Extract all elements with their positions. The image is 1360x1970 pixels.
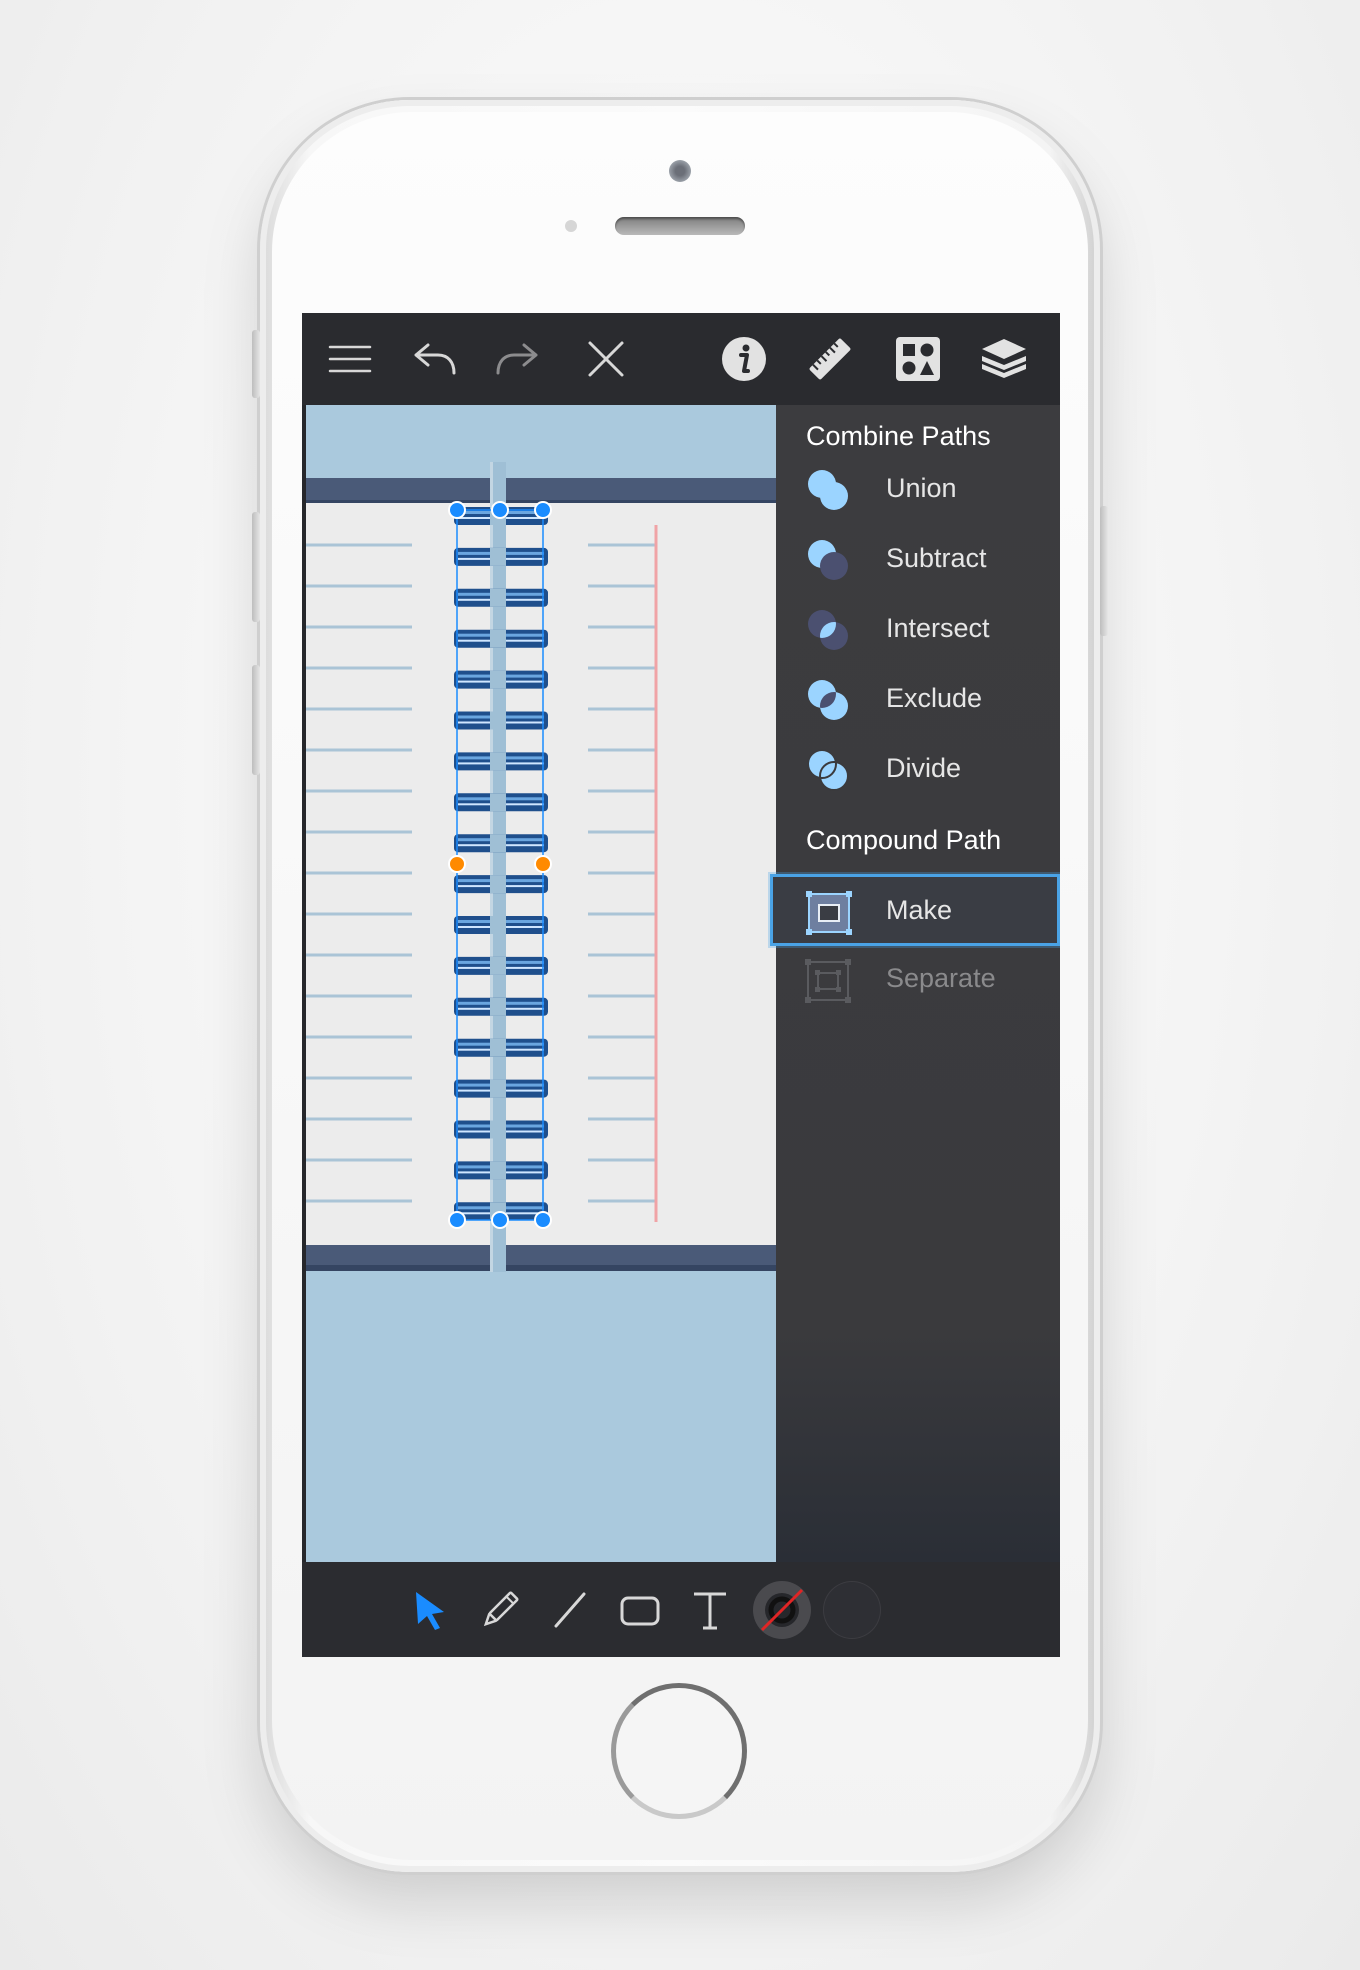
- exclude-icon: [808, 680, 848, 720]
- text-icon[interactable]: [680, 1580, 740, 1640]
- spiral-ring: [454, 956, 548, 975]
- intersect-icon: [808, 610, 848, 650]
- close-icon[interactable]: [578, 331, 634, 387]
- spiral-ring: [454, 793, 548, 812]
- selection-handle: [448, 501, 466, 519]
- spiral-ring: [454, 670, 548, 689]
- separate-label: Separate: [886, 963, 996, 993]
- make-label: Make: [886, 895, 953, 925]
- redo-icon[interactable]: [490, 331, 546, 387]
- rectangle-icon[interactable]: [610, 1580, 670, 1640]
- selection-handle: [491, 1211, 509, 1229]
- spiral-ring: [454, 1120, 548, 1139]
- intersect-item[interactable]: Intersect: [776, 595, 1060, 665]
- union-label: Union: [886, 473, 957, 503]
- home-button[interactable]: [611, 1683, 747, 1819]
- app-screen: Combine Paths Union Subtract Intersect E…: [302, 313, 1060, 1657]
- subtract-icon: [808, 540, 848, 580]
- divide-label: Divide: [886, 753, 962, 783]
- anchor-handle: [448, 855, 466, 873]
- fill-color-swatch[interactable]: [822, 1580, 882, 1640]
- menu-icon[interactable]: [322, 331, 378, 387]
- make-compound-icon: [806, 891, 852, 935]
- notebook-artwork[interactable]: [306, 405, 776, 1562]
- selection-handle: [448, 1211, 466, 1229]
- spiral-ring: [454, 588, 548, 607]
- union-icon: [808, 470, 848, 510]
- volume-up-button: [252, 512, 260, 622]
- line-icon[interactable]: [540, 1580, 600, 1640]
- spiral-ring: [454, 875, 548, 894]
- earpiece-speaker: [615, 217, 745, 235]
- bottom-toolbar: [302, 1562, 1060, 1657]
- exclude-item[interactable]: Exclude: [776, 665, 1060, 735]
- intersect-label: Intersect: [886, 613, 990, 643]
- front-camera: [669, 160, 691, 182]
- spiral-ring: [454, 547, 548, 566]
- select-arrow-icon[interactable]: [400, 1580, 460, 1640]
- combine-paths-title: Combine Paths: [806, 421, 991, 451]
- drawing-canvas[interactable]: [306, 405, 776, 1562]
- subtract-item[interactable]: Subtract: [776, 525, 1060, 595]
- separate-compound-item[interactable]: Separate: [776, 945, 1060, 1015]
- separate-compound-icon: [805, 959, 851, 1003]
- proximity-sensor: [565, 220, 577, 232]
- exclude-label: Exclude: [886, 683, 983, 713]
- top-toolbar: [302, 313, 1060, 405]
- subtract-label: Subtract: [886, 543, 987, 573]
- info-icon[interactable]: [716, 331, 772, 387]
- ruler-icon[interactable]: [802, 331, 858, 387]
- pencil-icon[interactable]: [470, 1580, 530, 1640]
- anchor-handle: [534, 855, 552, 873]
- spiral-ring: [454, 1161, 548, 1180]
- selection-handle: [491, 501, 509, 519]
- spiral-ring: [454, 834, 548, 853]
- spiral-ring: [454, 997, 548, 1016]
- compound-path-title: Compound Path: [806, 825, 1002, 855]
- spiral-ring: [454, 1079, 548, 1098]
- layers-icon[interactable]: [976, 331, 1032, 387]
- power-button: [1100, 506, 1108, 636]
- divide-item[interactable]: Divide: [776, 735, 1060, 805]
- spiral-ring: [454, 1038, 548, 1057]
- union-item[interactable]: Union: [776, 455, 1060, 525]
- volume-down-button: [252, 665, 260, 775]
- spiral-ring: [454, 629, 548, 648]
- make-compound-item[interactable]: Make: [770, 874, 1060, 946]
- selection-handle: [534, 1211, 552, 1229]
- mute-switch: [252, 330, 260, 398]
- divide-icon: [807, 749, 849, 791]
- spiral-ring: [454, 752, 548, 771]
- undo-icon[interactable]: [406, 331, 462, 387]
- path-operations-panel: Combine Paths Union Subtract Intersect E…: [770, 405, 1060, 1562]
- spiral-ring: [454, 711, 548, 730]
- stroke-color-swatch[interactable]: [752, 1580, 812, 1640]
- spiral-ring: [454, 916, 548, 934]
- shapes-icon[interactable]: [890, 331, 946, 387]
- selection-handle: [534, 501, 552, 519]
